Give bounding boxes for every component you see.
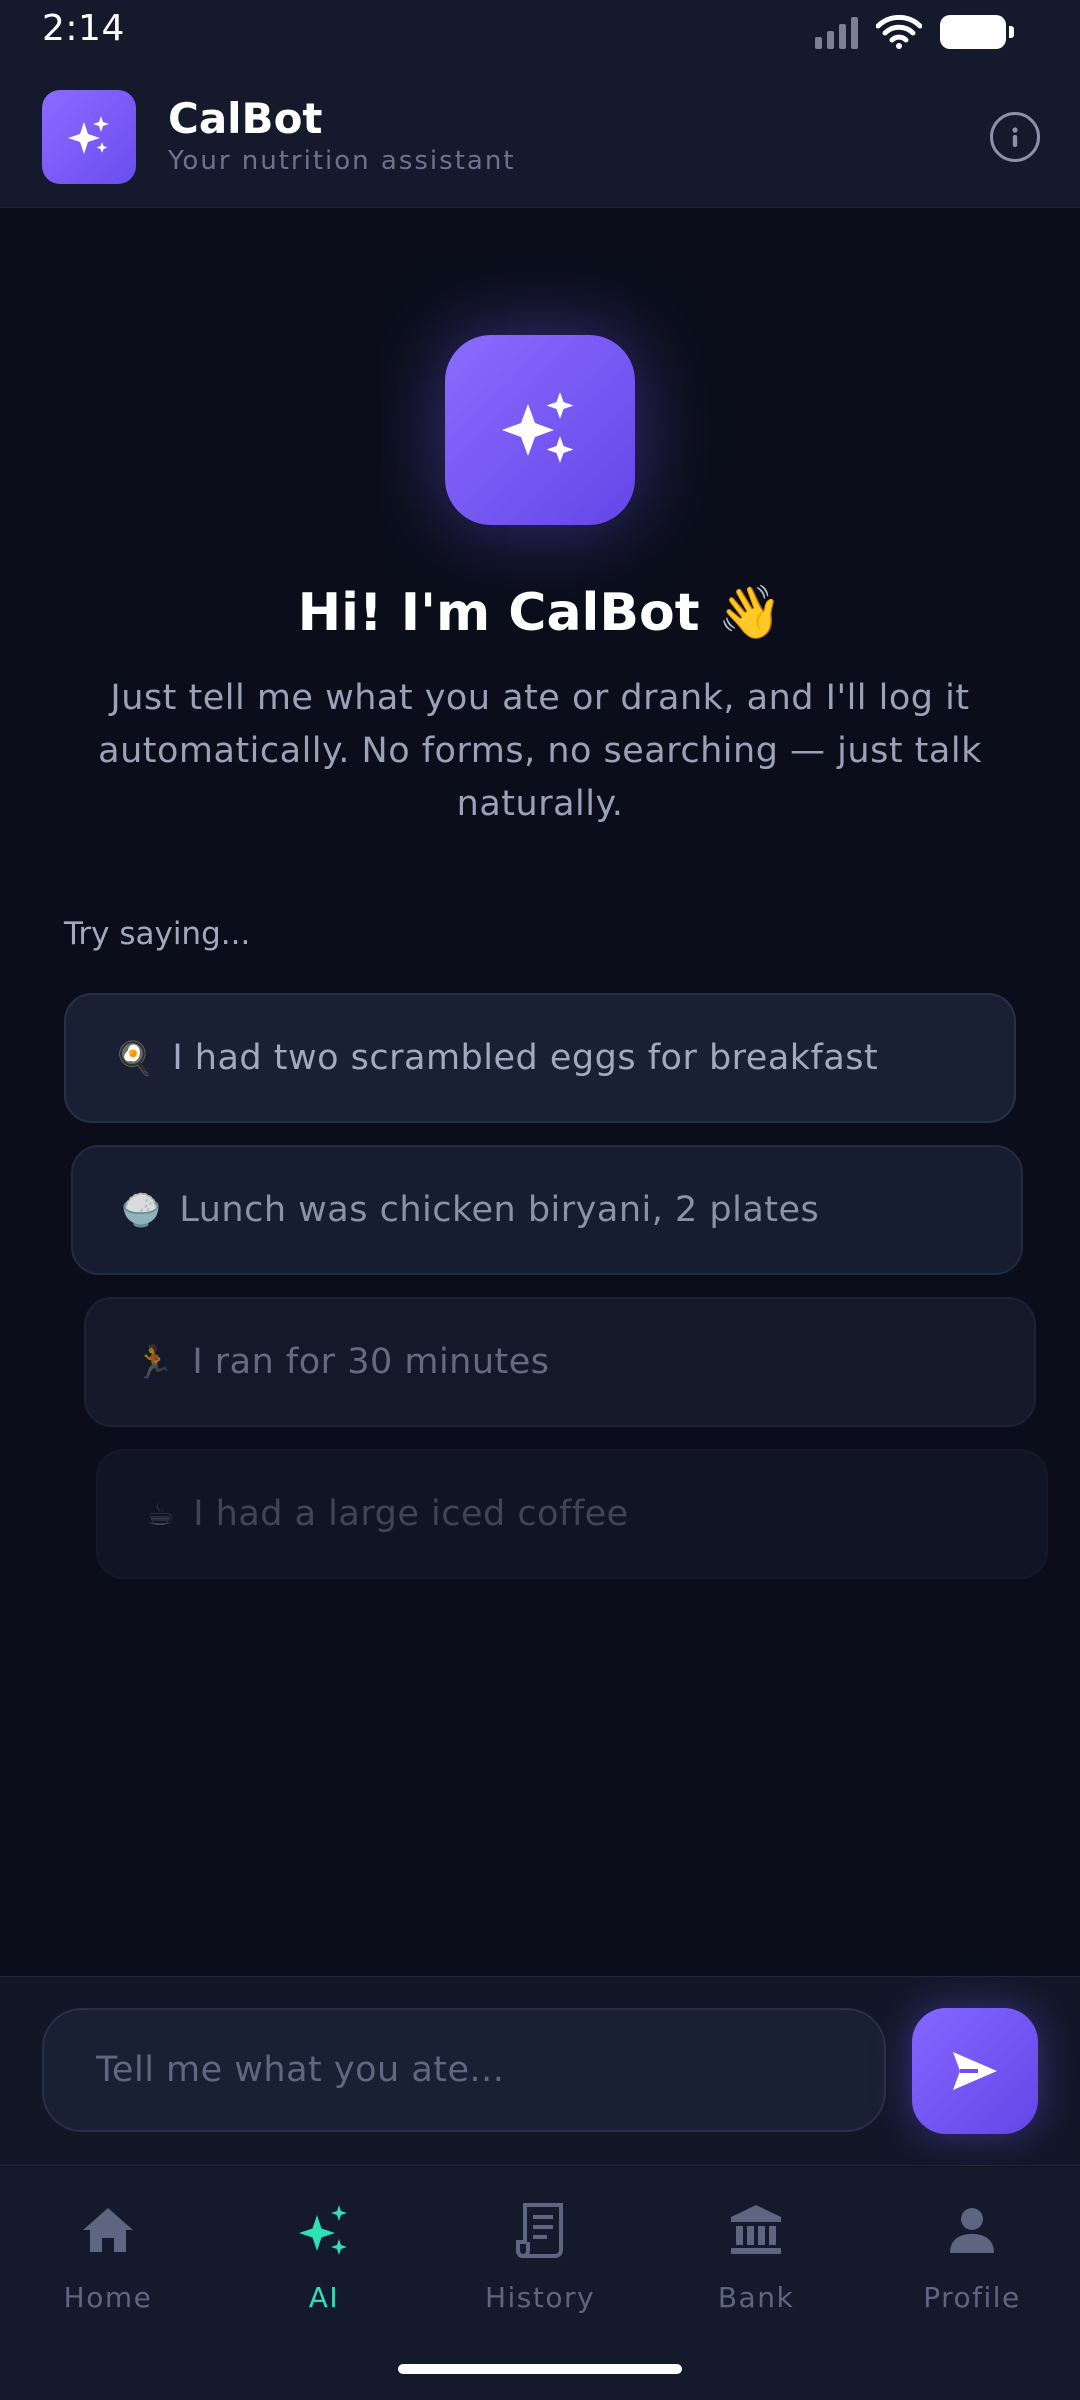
suggestion-chip[interactable]: ☕ I had a large iced coffee [96,1449,1048,1579]
suggestion-chip[interactable]: 🍳 I had two scrambled eggs for breakfast [64,993,1016,1123]
nav-home[interactable]: Home [0,2197,216,2327]
home-indicator[interactable] [398,2364,682,2374]
bank-icon [731,2205,781,2254]
receipt-icon [516,2203,563,2258]
nav-profile[interactable]: Profile [864,2197,1080,2327]
nav-history[interactable]: History [432,2197,648,2327]
nav-label: Home [63,2281,153,2314]
header-title: CalBot [168,94,323,143]
nav-label: AI [308,2281,340,2314]
home-icon [83,2208,133,2252]
chat-input[interactable] [42,2008,886,2132]
battery-icon [940,15,1014,49]
user-icon [950,2208,994,2253]
status-icons [815,12,1014,52]
coffee-icon: ☕ [146,1495,176,1533]
suggestion-chip[interactable]: 🏃 I ran for 30 minutes [84,1297,1036,1427]
sparkles-icon [68,116,109,154]
signal-icon [815,15,858,49]
hero-icon [445,335,635,525]
status-time: 2:14 [42,8,125,49]
suggestion-chip[interactable]: 🍚 Lunch was chicken biryani, 2 plates [71,1145,1023,1275]
suggestion-text: I had a large iced coffee [193,1494,629,1534]
sparkles-icon [502,392,574,463]
app-header: 2:14 CalBot Your nutrition assistant [0,0,1080,208]
info-icon [1012,127,1018,147]
suggestion-text: I ran for 30 minutes [192,1342,550,1382]
send-icon [953,2052,997,2090]
hero-description: Just tell me what you ate or drank, and … [98,678,982,824]
sparkles-icon [299,2205,347,2255]
nav-label: Profile [923,2281,1021,2314]
send-button[interactable] [912,2008,1038,2134]
suggestions-label: Try saying... [64,916,251,952]
header-logo [42,90,136,184]
wifi-icon [876,15,922,49]
nav-label: Bank [717,2281,795,2314]
nav-ai[interactable]: AI [216,2197,432,2327]
runner-icon: 🏃 [134,1343,175,1381]
info-button[interactable] [990,112,1040,162]
nav-label: History [484,2281,596,2314]
egg-icon: 🍳 [114,1039,155,1077]
header-subtitle: Your nutrition assistant [168,146,516,176]
suggestion-text: I had two scrambled eggs for breakfast [172,1038,879,1078]
rice-icon: 🍚 [121,1191,162,1229]
suggestion-text: Lunch was chicken biryani, 2 plates [179,1190,820,1230]
hero-title: Hi! I'm CalBot 👋 [297,583,783,643]
nav-bank[interactable]: Bank [648,2197,864,2327]
